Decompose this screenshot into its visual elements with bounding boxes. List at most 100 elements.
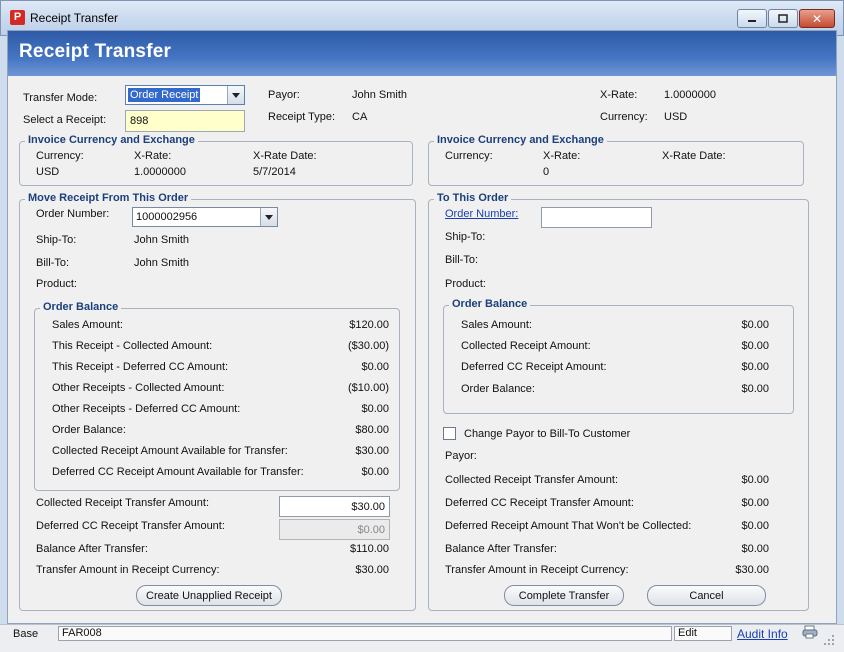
chevron-down-icon[interactable] (227, 86, 244, 104)
to-balance-row-label: Collected Receipt Amount: (461, 340, 591, 352)
select-receipt-value: 898 (130, 115, 149, 127)
payor-label: Payor: (268, 89, 300, 101)
to-bill-to-label: Bill-To: (445, 254, 479, 266)
invoice-xrate-label-right: X-Rate: (543, 150, 581, 162)
to-transfer-row-label: Transfer Amount in Receipt Currency: (445, 564, 629, 576)
select-receipt-label: Select a Receipt: (23, 114, 107, 126)
to-balance-row-label: Deferred CC Receipt Amount: (461, 361, 607, 373)
to-order-title: To This Order (434, 192, 512, 204)
from-ship-to-value: John Smith (134, 234, 190, 246)
from-balance-row-label: This Receipt - Deferred CC Amount: (52, 361, 229, 373)
from-balance-row-label: Sales Amount: (52, 319, 123, 331)
maximize-icon (778, 13, 788, 23)
invoice-currency-group-left (19, 141, 413, 186)
from-balance-row-label: Other Receipts - Deferred CC Amount: (52, 403, 241, 415)
from-balance-row-label: This Receipt - Collected Amount: (52, 340, 213, 352)
create-unapplied-receipt-button[interactable]: Create Unapplied Receipt (136, 585, 282, 606)
invoice-currency-value-left: USD (36, 166, 60, 178)
from-balance-row-value: ($10.00) (348, 382, 389, 394)
from-order-balance-group (34, 308, 400, 491)
invoice-xrate-date-label-right: X-Rate Date: (662, 150, 726, 162)
from-product-label: Product: (36, 278, 77, 290)
cancel-button[interactable]: Cancel (647, 585, 766, 606)
from-ship-to-label: Ship-To: (36, 234, 77, 246)
to-transfer-row-label: Collected Receipt Transfer Amount: (445, 474, 619, 486)
to-transfer-row-label: Deferred CC Receipt Transfer Amount: (445, 497, 634, 509)
close-button[interactable]: ✕ (799, 9, 835, 28)
from-balance-row-value: $120.00 (349, 319, 389, 331)
to-order-balance-title: Order Balance (449, 298, 531, 310)
from-transfer-receipt-currency-label: Transfer Amount in Receipt Currency: (36, 564, 220, 576)
from-order-number-label: Order Number: (36, 208, 110, 220)
maximize-button[interactable] (768, 9, 798, 28)
invoice-xrate-label-left: X-Rate: (134, 150, 172, 162)
from-balance-row-label: Deferred CC Receipt Amount Available for… (52, 466, 304, 478)
from-transfer-receipt-currency-value: $30.00 (355, 564, 389, 576)
chevron-down-icon[interactable] (260, 208, 277, 226)
status-state: Edit (678, 627, 697, 639)
invoice-currency-label-left: Currency: (36, 150, 84, 162)
currency-value: USD (664, 111, 688, 123)
from-order-title: Move Receipt From This Order (25, 192, 192, 204)
currency-label: Currency: (600, 111, 648, 123)
to-ship-to-label: Ship-To: (445, 231, 486, 243)
from-balance-after-value: $110.00 (350, 543, 389, 555)
to-balance-row-value: $0.00 (741, 340, 769, 352)
to-transfer-row-value: $0.00 (741, 497, 769, 509)
status-form-id: FAR008 (62, 627, 102, 639)
from-balance-row-value: $0.00 (361, 403, 389, 415)
to-balance-row-value: $0.00 (741, 361, 769, 373)
from-balance-row-value: $30.00 (355, 445, 389, 457)
to-order-number-input[interactable] (541, 207, 652, 228)
to-transfer-row-value: $0.00 (741, 520, 769, 532)
xrate-label: X-Rate: (600, 89, 638, 101)
select-receipt-input[interactable]: 898 (125, 110, 245, 132)
status-form-id-field: FAR008 (58, 626, 672, 641)
minimize-icon (748, 19, 756, 22)
to-transfer-row-label: Balance After Transfer: (445, 543, 557, 555)
from-balance-row-value: ($30.00) (348, 340, 389, 352)
from-balance-row-value: $0.00 (361, 466, 389, 478)
to-balance-row-label: Order Balance: (461, 383, 535, 395)
invoice-currency-label-right: Currency: (445, 150, 493, 162)
from-balance-row-label: Order Balance: (52, 424, 126, 436)
receipt-type-label: Receipt Type: (268, 111, 336, 123)
complete-transfer-button[interactable]: Complete Transfer (504, 585, 624, 606)
xrate-value: 1.0000000 (664, 89, 716, 101)
window-title: Receipt Transfer (30, 11, 119, 25)
receipt-type-value: CA (352, 111, 368, 123)
to-balance-row-value: $0.00 (741, 319, 769, 331)
invoice-currency-title-left: Invoice Currency and Exchange (25, 134, 198, 146)
minimize-button[interactable] (737, 9, 767, 28)
from-balance-after-label: Balance After Transfer: (36, 543, 148, 555)
audit-info-link[interactable]: Audit Info (737, 627, 788, 641)
app-logo-icon: P (10, 10, 25, 25)
invoice-xrate-date-label-left: X-Rate Date: (253, 150, 317, 162)
change-payor-checkbox[interactable] (443, 427, 456, 440)
status-mode: Base (13, 628, 39, 640)
from-balance-row-label: Other Receipts - Collected Amount: (52, 382, 225, 394)
from-order-number-select[interactable]: 1000002956 (132, 207, 278, 227)
page-title: Receipt Transfer (19, 41, 172, 62)
to-product-label: Product: (445, 278, 486, 290)
collected-transfer-value: $30.00 (351, 501, 385, 513)
printer-icon[interactable] (802, 625, 818, 642)
transfer-mode-select[interactable]: Order Receipt (125, 85, 245, 105)
resize-grip-icon[interactable] (823, 634, 835, 649)
to-transfer-row-value: $0.00 (741, 474, 769, 486)
to-transfer-row-value: $30.00 (735, 564, 769, 576)
change-payor-label[interactable]: Change Payor to Bill-To Customer (464, 428, 630, 440)
invoice-currency-group-right (428, 141, 804, 186)
collected-transfer-input[interactable]: $30.00 (279, 496, 390, 517)
from-order-balance-title: Order Balance (40, 301, 122, 313)
to-order-number-link[interactable]: Order Number: (445, 208, 518, 220)
from-order-number-value: 1000002956 (136, 211, 198, 223)
status-state-field: Edit (674, 626, 732, 641)
to-balance-row-label: Sales Amount: (461, 319, 532, 331)
deferred-transfer-label: Deferred CC Receipt Transfer Amount: (36, 520, 225, 532)
from-balance-row-value: $80.00 (355, 424, 389, 436)
from-balance-row-label: Collected Receipt Amount Available for T… (52, 445, 288, 457)
to-payor-label: Payor: (445, 450, 477, 462)
to-balance-row-value: $0.00 (741, 383, 769, 395)
invoice-xrate-date-value-left: 5/7/2014 (253, 166, 296, 178)
